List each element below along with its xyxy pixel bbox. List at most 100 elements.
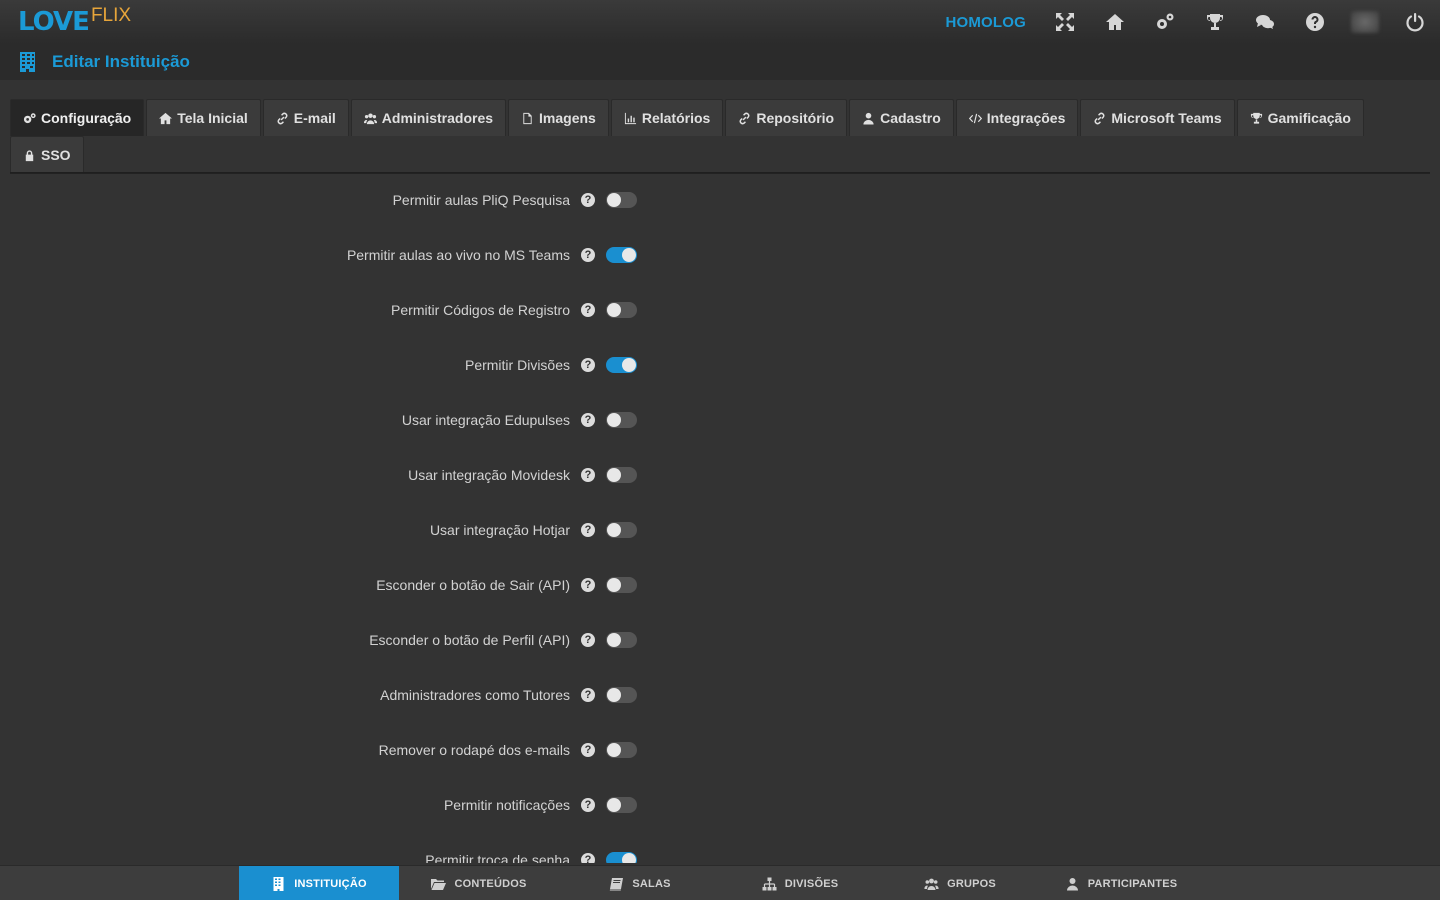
- nav-item-divisoes[interactable]: DIVISÕES: [720, 866, 880, 900]
- setting-row: Remover o rodapé dos e-mails?: [0, 738, 640, 762]
- sitemap-icon: [762, 877, 777, 891]
- tab-reposit-rio[interactable]: Repositório: [725, 99, 848, 136]
- link-icon: [738, 112, 751, 125]
- setting-toggle[interactable]: [606, 302, 637, 318]
- help-icon[interactable]: ?: [581, 578, 595, 592]
- setting-row: Permitir aulas ao vivo no MS Teams?: [0, 243, 640, 267]
- tab-e-mail[interactable]: E-mail: [262, 99, 349, 136]
- tab-sso[interactable]: SSO: [10, 136, 84, 173]
- tab-relat-rios[interactable]: Relatórios: [610, 99, 724, 136]
- help-icon[interactable]: ?: [581, 413, 595, 427]
- building-icon: [271, 876, 286, 891]
- tab-imagens[interactable]: Imagens: [508, 99, 609, 136]
- help-icon[interactable]: ?: [581, 688, 595, 702]
- top-bar: LOVE FLIX HOMOLOG: [0, 0, 1440, 44]
- tab-integra-es[interactable]: Integrações: [955, 99, 1079, 136]
- help-icon[interactable]: ?: [581, 523, 595, 537]
- setting-toggle[interactable]: [606, 687, 637, 703]
- setting-label: Permitir troca de senha: [425, 852, 570, 863]
- help-icon[interactable]: ?: [581, 248, 595, 262]
- toggle-knob: [607, 523, 621, 537]
- toggle-knob: [607, 468, 621, 482]
- link-icon: [276, 112, 289, 125]
- setting-row: Permitir Divisões?: [0, 353, 640, 377]
- nav-item-instituicao[interactable]: INSTITUIÇÃO: [239, 866, 399, 900]
- gears-icon[interactable]: [1140, 0, 1190, 44]
- nav-item-participantes[interactable]: PARTICIPANTES: [1041, 866, 1201, 900]
- setting-toggle[interactable]: [606, 742, 637, 758]
- setting-toggle[interactable]: [606, 467, 637, 483]
- setting-row: Esconder o botão de Sair (API)?: [0, 573, 640, 597]
- setting-toggle[interactable]: [606, 412, 637, 428]
- setting-label: Esconder o botão de Perfil (API): [369, 632, 570, 648]
- top-actions: HOMOLOG: [945, 0, 1440, 44]
- folder-open-icon: [431, 877, 447, 891]
- tab-cadastro[interactable]: Cadastro: [849, 99, 954, 136]
- tab-label: Configuração: [41, 110, 132, 126]
- help-icon[interactable]: ?: [581, 468, 595, 482]
- users-icon: [363, 112, 377, 125]
- setting-label: Permitir notificações: [443, 797, 570, 813]
- help-icon[interactable]: ?: [581, 853, 595, 863]
- tab-label: E-mail: [293, 110, 336, 126]
- setting-toggle[interactable]: [606, 852, 637, 863]
- chat-icon[interactable]: [1240, 0, 1290, 44]
- setting-label: Remover o rodapé dos e-mails: [378, 742, 570, 758]
- nav-label: CONTEÚDOS: [454, 877, 527, 890]
- setting-toggle[interactable]: [606, 192, 637, 208]
- help-icon[interactable]: ?: [581, 633, 595, 647]
- tab-gamifica-o[interactable]: Gamificação: [1236, 99, 1364, 136]
- toggle-knob: [622, 358, 636, 372]
- setting-row: Usar integração Movidesk?: [0, 463, 640, 487]
- book-icon: [609, 877, 624, 891]
- setting-toggle[interactable]: [606, 522, 637, 538]
- setting-toggle[interactable]: [606, 247, 637, 263]
- setting-row: Permitir Códigos de Registro?: [0, 298, 640, 322]
- toggle-knob: [607, 798, 621, 812]
- tab-tela-inicial[interactable]: Tela Inicial: [146, 99, 261, 136]
- home-icon[interactable]: [1090, 0, 1140, 44]
- tab-configura-o[interactable]: Configuração: [10, 99, 145, 136]
- help-icon[interactable]: ?: [581, 358, 595, 372]
- help-icon[interactable]: [1290, 0, 1340, 44]
- tab-label: Integrações: [986, 110, 1066, 126]
- nav-item-conteudos[interactable]: CONTEÚDOS: [399, 866, 559, 900]
- setting-toggle[interactable]: [606, 797, 637, 813]
- user-icon: [862, 112, 875, 125]
- setting-toggle[interactable]: [606, 357, 637, 373]
- nav-label: PARTICIPANTES: [1087, 877, 1178, 890]
- toggle-knob: [607, 303, 621, 317]
- setting-toggle[interactable]: [606, 577, 637, 593]
- file-icon: [521, 112, 534, 125]
- tab-microsoft-teams[interactable]: Microsoft Teams: [1080, 99, 1235, 136]
- avatar[interactable]: [1351, 11, 1379, 33]
- tab-label: SSO: [41, 147, 71, 163]
- help-icon[interactable]: ?: [581, 303, 595, 317]
- setting-row: Usar integração Edupulses?: [0, 408, 640, 432]
- tab-label: Administradores: [381, 110, 494, 126]
- tab-administradores[interactable]: Administradores: [350, 99, 507, 136]
- setting-label: Usar integração Edupulses: [401, 412, 570, 428]
- nav-item-grupos[interactable]: GRUPOS: [880, 866, 1040, 900]
- trophy-icon[interactable]: [1190, 0, 1240, 44]
- setting-label: Usar integração Hotjar: [429, 522, 570, 538]
- trophy-icon: [1250, 112, 1263, 125]
- link-icon: [1093, 112, 1106, 125]
- nav-label: GRUPOS: [947, 877, 996, 890]
- help-icon[interactable]: ?: [581, 193, 595, 207]
- nav-item-salas[interactable]: SALAS: [560, 866, 720, 900]
- toggle-knob: [607, 413, 621, 427]
- settings-list: Permitir aulas PliQ Pesquisa? Permitir au…: [0, 173, 1440, 863]
- setting-label: Usar integração Movidesk: [408, 467, 570, 483]
- help-icon[interactable]: ?: [581, 743, 595, 757]
- help-icon[interactable]: ?: [581, 798, 595, 812]
- power-icon[interactable]: [1390, 0, 1440, 44]
- app-logo[interactable]: LOVE FLIX: [18, 6, 131, 38]
- page-title: Editar Instituição: [52, 52, 190, 71]
- setting-label: Esconder o botão de Sair (API): [376, 577, 570, 593]
- expand-icon[interactable]: [1040, 0, 1090, 44]
- setting-toggle[interactable]: [606, 632, 637, 648]
- tab-label: Repositório: [756, 110, 835, 126]
- nav-label: DIVISÕES: [784, 877, 839, 890]
- code-icon: [968, 112, 982, 125]
